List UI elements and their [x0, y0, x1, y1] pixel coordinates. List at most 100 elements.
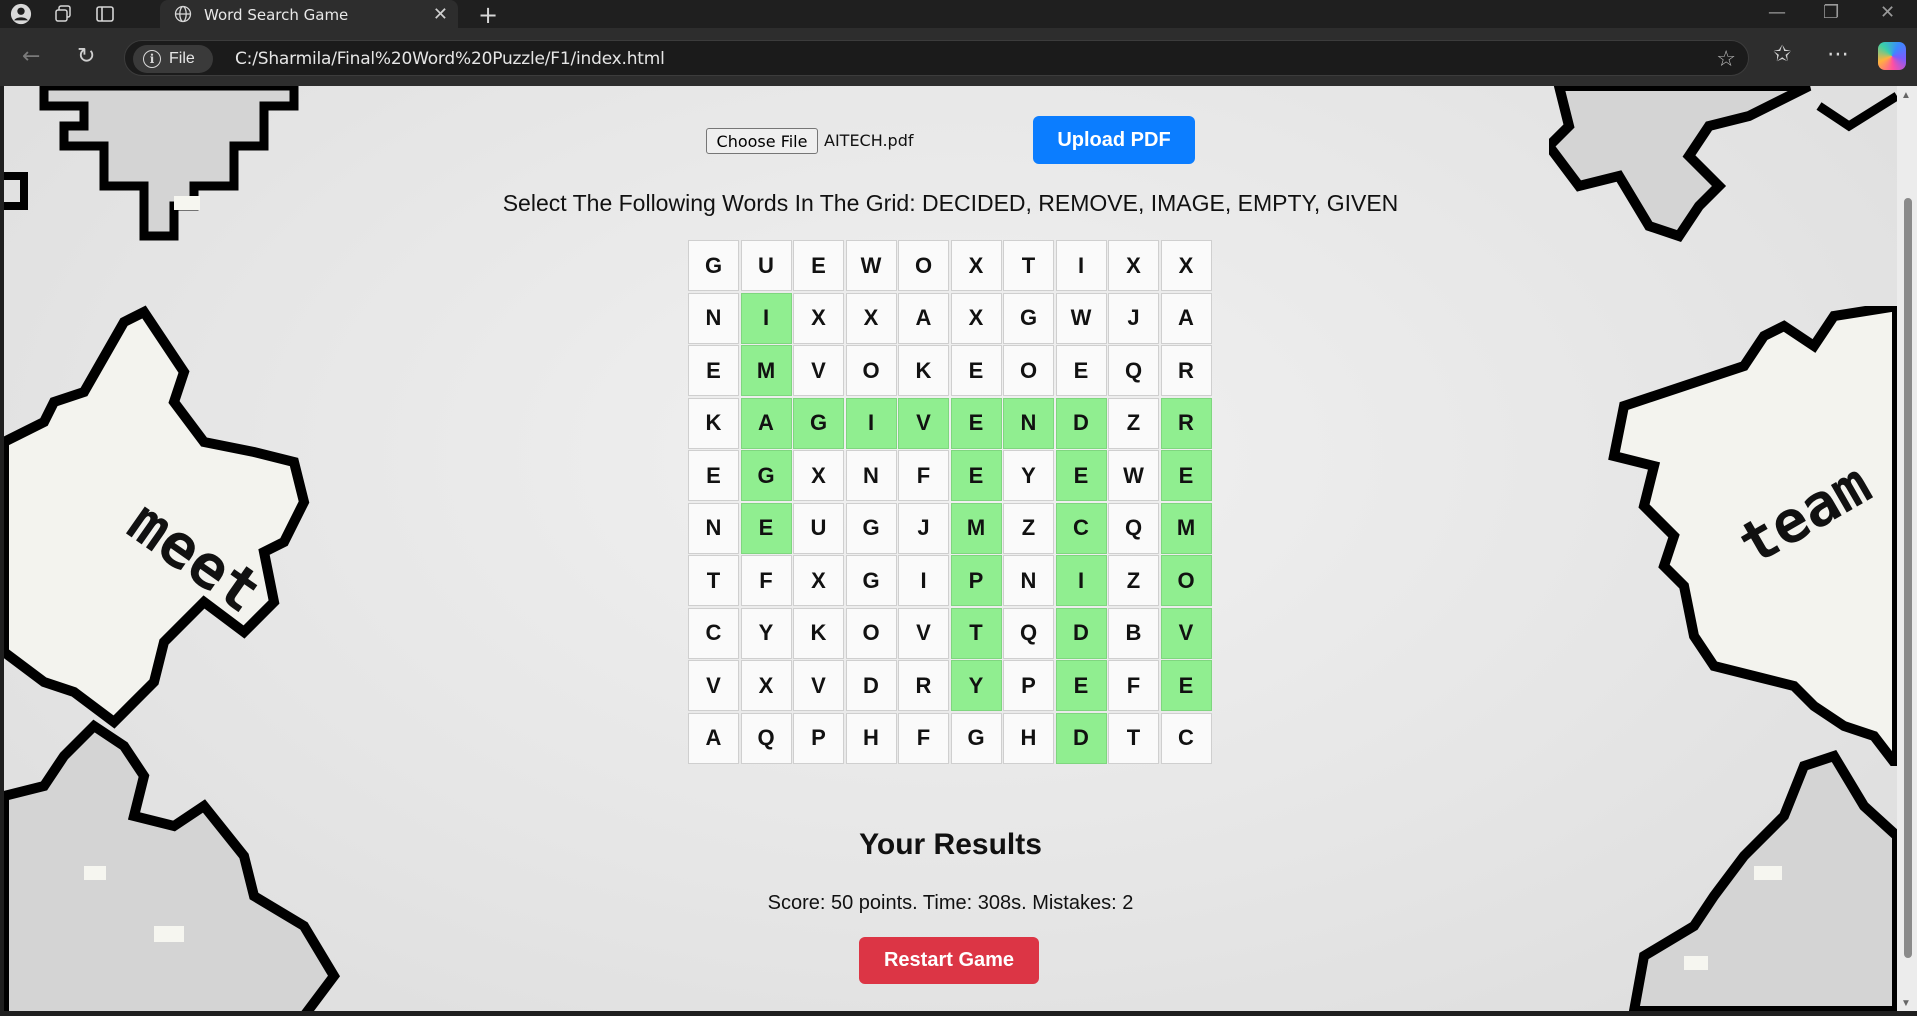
tab-actions-icon[interactable] [94, 3, 116, 25]
address-bar[interactable]: i File C:/Sharmila/Final%20Word%20Puzzle… [124, 40, 1749, 76]
grid-cell[interactable]: O [1160, 555, 1212, 606]
grid-cell[interactable]: E [950, 345, 1002, 396]
grid-cell[interactable]: E [950, 397, 1002, 449]
grid-cell[interactable]: G [740, 450, 792, 501]
grid-cell[interactable]: X [740, 660, 792, 711]
grid-cell[interactable]: E [793, 240, 844, 291]
grid-cell[interactable]: N [1003, 397, 1054, 449]
grid-cell[interactable]: P [793, 712, 844, 764]
grid-cell[interactable]: U [793, 502, 844, 554]
grid-cell[interactable]: R [898, 660, 949, 711]
favorites-icon[interactable]: ✩ [1773, 42, 1791, 67]
grid-cell[interactable]: G [793, 397, 844, 449]
grid-cell[interactable]: E [740, 502, 792, 554]
grid-cell[interactable]: I [898, 555, 949, 606]
grid-cell[interactable]: X [950, 292, 1002, 344]
grid-cell[interactable]: C [1160, 712, 1212, 764]
grid-cell[interactable]: I [845, 397, 897, 449]
grid-cell[interactable]: D [1055, 397, 1107, 449]
grid-cell[interactable]: M [950, 502, 1002, 554]
grid-cell[interactable]: C [1055, 502, 1107, 554]
grid-cell[interactable]: P [1003, 660, 1054, 711]
grid-cell[interactable]: Z [1108, 397, 1159, 449]
close-icon[interactable]: ✕ [433, 4, 448, 25]
grid-cell[interactable]: E [1055, 450, 1107, 501]
grid-cell[interactable]: O [845, 345, 897, 396]
grid-cell[interactable]: Y [950, 660, 1002, 711]
grid-cell[interactable]: T [688, 555, 739, 606]
grid-cell[interactable]: G [950, 712, 1002, 764]
grid-cell[interactable]: W [1108, 450, 1159, 501]
grid-cell[interactable]: N [688, 502, 739, 554]
grid-cell[interactable]: G [845, 555, 897, 606]
grid-cell[interactable]: V [793, 345, 844, 396]
grid-cell[interactable]: H [1003, 712, 1054, 764]
grid-cell[interactable]: E [1055, 345, 1107, 396]
grid-cell[interactable]: X [950, 240, 1002, 291]
grid-cell[interactable]: R [1160, 397, 1212, 449]
grid-cell[interactable]: X [1160, 240, 1212, 291]
grid-cell[interactable]: T [950, 607, 1002, 659]
grid-cell[interactable]: V [1160, 607, 1212, 659]
grid-cell[interactable]: V [898, 397, 949, 449]
grid-cell[interactable]: V [898, 607, 949, 659]
grid-cell[interactable]: V [688, 660, 739, 711]
scrollbar-thumb[interactable] [1904, 198, 1912, 958]
grid-cell[interactable]: Q [740, 712, 792, 764]
grid-cell[interactable]: Y [740, 607, 792, 659]
grid-cell[interactable]: C [688, 607, 739, 659]
grid-cell[interactable]: X [793, 292, 844, 344]
scroll-down-icon[interactable]: ▼ [1901, 998, 1911, 1009]
grid-cell[interactable]: K [898, 345, 949, 396]
grid-cell[interactable]: Y [1003, 450, 1054, 501]
grid-cell[interactable]: O [1003, 345, 1054, 396]
grid-cell[interactable]: Q [1108, 502, 1159, 554]
grid-cell[interactable]: M [1160, 502, 1212, 554]
grid-cell[interactable]: J [1108, 292, 1159, 344]
restore-icon[interactable]: ❐ [1823, 2, 1839, 23]
grid-cell[interactable]: X [845, 292, 897, 344]
grid-cell[interactable]: Q [1003, 607, 1054, 659]
grid-cell[interactable]: A [1160, 292, 1212, 344]
grid-cell[interactable]: F [740, 555, 792, 606]
grid-cell[interactable]: R [1160, 345, 1212, 396]
grid-cell[interactable]: N [688, 292, 739, 344]
grid-cell[interactable]: E [1160, 660, 1212, 711]
grid-cell[interactable]: T [1003, 240, 1054, 291]
minimize-icon[interactable]: — [1768, 2, 1786, 23]
grid-cell[interactable]: E [950, 450, 1002, 501]
grid-cell[interactable]: D [1055, 607, 1107, 659]
upload-pdf-button[interactable]: Upload PDF [1033, 116, 1195, 164]
grid-cell[interactable]: O [845, 607, 897, 659]
grid-cell[interactable]: Z [1108, 555, 1159, 606]
grid-cell[interactable]: E [1160, 450, 1212, 501]
grid-cell[interactable]: J [898, 502, 949, 554]
grid-cell[interactable]: F [898, 450, 949, 501]
scroll-up-icon[interactable]: ▲ [1901, 90, 1911, 101]
grid-cell[interactable]: E [688, 345, 739, 396]
copilot-icon[interactable] [1878, 42, 1906, 70]
grid-cell[interactable]: K [688, 397, 739, 449]
restart-game-button[interactable]: Restart Game [859, 937, 1039, 984]
grid-cell[interactable]: O [898, 240, 949, 291]
grid-cell[interactable]: D [845, 660, 897, 711]
grid-cell[interactable]: D [1055, 712, 1107, 764]
site-info-button[interactable]: i File [133, 45, 213, 73]
grid-cell[interactable]: U [740, 240, 792, 291]
grid-cell[interactable]: G [845, 502, 897, 554]
url-text[interactable]: C:/Sharmila/Final%20Word%20Puzzle/F1/ind… [235, 49, 665, 69]
more-icon[interactable]: ⋯ [1827, 42, 1849, 67]
grid-cell[interactable]: F [1108, 660, 1159, 711]
profile-icon[interactable] [10, 3, 32, 25]
grid-cell[interactable]: N [845, 450, 897, 501]
grid-cell[interactable]: H [845, 712, 897, 764]
star-icon[interactable]: ☆ [1716, 47, 1736, 72]
grid-cell[interactable]: A [688, 712, 739, 764]
grid-cell[interactable]: F [898, 712, 949, 764]
vertical-scrollbar[interactable]: ▲ ▼ [1897, 86, 1917, 1016]
grid-cell[interactable]: E [688, 450, 739, 501]
grid-cell[interactable]: V [793, 660, 844, 711]
workspaces-icon[interactable] [52, 3, 74, 25]
grid-cell[interactable]: P [950, 555, 1002, 606]
reload-icon[interactable]: ↻ [77, 44, 95, 69]
